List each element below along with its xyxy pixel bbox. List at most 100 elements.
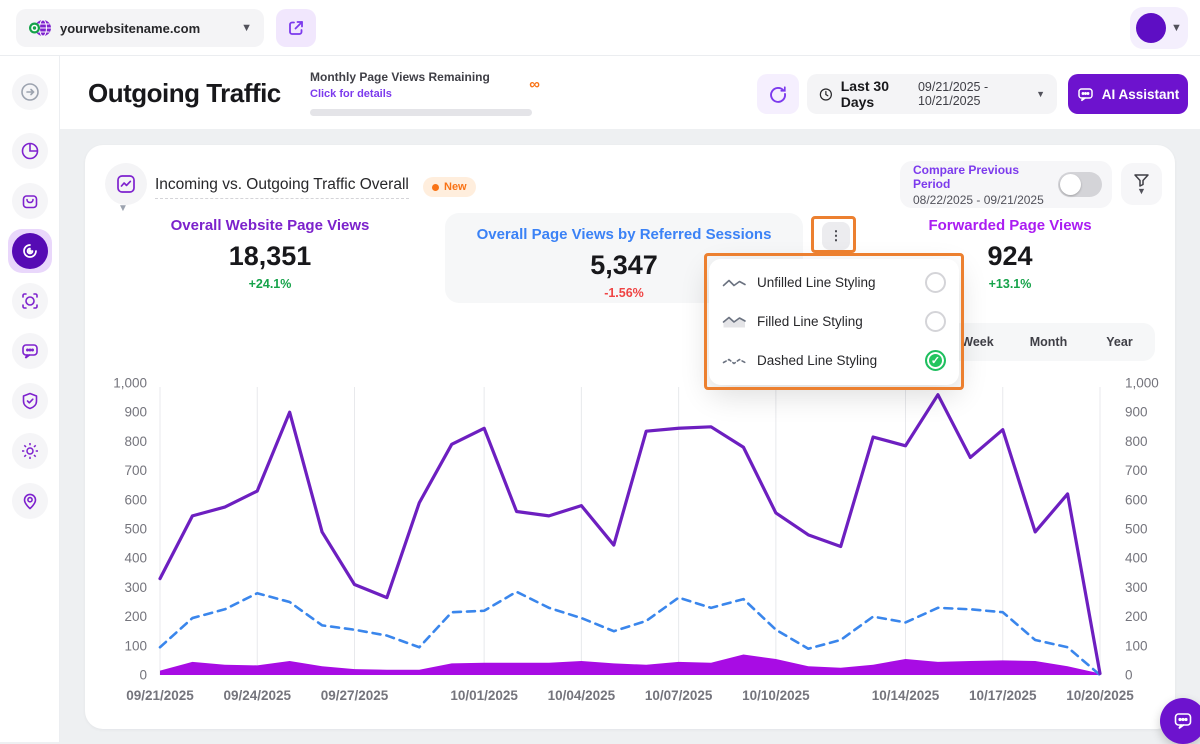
date-range-label: Last 30 Days (840, 78, 889, 110)
stat-label: Overall Website Page Views (170, 217, 370, 234)
menu-item-filled-line-styling[interactable]: Filled Line Styling (709, 302, 959, 341)
traffic-card: ▼ Incoming vs. Outgoing Traffic Overall … (85, 145, 1175, 729)
svg-text:09/27/2025: 09/27/2025 (321, 688, 389, 703)
sidebar-item-locations[interactable] (12, 483, 48, 519)
date-range-dates: 09/21/2025 - 10/21/2025 (917, 80, 989, 108)
traffic-line-chart: 09/21/2025 09/24/2025 09/27/2025 10/01/2025… (113, 376, 1159, 704)
svg-text:100: 100 (124, 638, 147, 653)
refresh-icon (770, 86, 786, 103)
card-title: Incoming vs. Outgoing Traffic Overall (155, 176, 409, 199)
external-link-button[interactable] (276, 9, 316, 47)
svg-text:1,000: 1,000 (113, 376, 147, 391)
stat-label: Overall Page Views by Referred Sessions (476, 226, 772, 243)
refresh-button[interactable] (757, 74, 799, 114)
quota-widget: Monthly Page Views Remaining Click for d… (310, 70, 540, 116)
svg-text:800: 800 (1125, 434, 1148, 449)
svg-text:700: 700 (1125, 463, 1148, 478)
dashed-line-icon (722, 354, 749, 368)
sidebar-item-messages[interactable] (12, 333, 48, 369)
filled-line-icon (722, 314, 749, 329)
shopping-bag-icon (22, 195, 38, 209)
stat-delta: +24.1% (248, 277, 292, 291)
topbar: yourwebsitename.com ▼ ▼ (0, 0, 1200, 56)
date-range-picker[interactable]: Last 30 Days 09/21/2025 - 10/21/2025 ▼ (807, 74, 1057, 114)
kebab-icon: ⋮ (829, 228, 843, 243)
chat-bubble-icon (1174, 713, 1192, 730)
support-chat-button[interactable] (1160, 698, 1200, 744)
pie-chart-icon (21, 142, 39, 160)
compare-toggle[interactable] (1058, 172, 1102, 197)
sidebar-item-security[interactable] (12, 383, 48, 419)
site-selector[interactable]: yourwebsitename.com ▼ (16, 9, 264, 47)
radio[interactable] (925, 311, 946, 332)
svg-text:10/01/2025: 10/01/2025 (450, 688, 518, 703)
dashboard: yourwebsitename.com ▼ ▼ Outgoing Traffic… (0, 0, 1200, 744)
sidebar-item-capture[interactable] (12, 283, 48, 319)
chevron-down-icon[interactable]: ▼ (118, 203, 128, 214)
badge-dot-icon (432, 183, 439, 191)
svg-text:400: 400 (1125, 551, 1148, 566)
compare-dates: 08/22/2025 - 09/21/2025 (913, 192, 1044, 207)
location-pin-icon (23, 493, 37, 510)
chevron-down-icon: ▼ (241, 22, 252, 34)
stat-overall-page-views: Overall Website Page Views 18,351 +24.1% (140, 217, 400, 291)
menu-item-dashed-line-styling[interactable]: Dashed Line Styling (709, 341, 959, 380)
svg-text:10/20/2025: 10/20/2025 (1066, 688, 1134, 703)
radio[interactable] (925, 272, 946, 293)
sidebar-item-analytics[interactable] (12, 133, 48, 169)
svg-text:600: 600 (124, 492, 147, 507)
chart-options-button[interactable]: ⋮ (822, 222, 850, 250)
svg-text:200: 200 (1125, 609, 1148, 624)
svg-text:10/04/2025: 10/04/2025 (548, 688, 616, 703)
gear-icon (22, 443, 38, 459)
svg-text:500: 500 (1125, 522, 1148, 537)
site-name: yourwebsitename.com (60, 20, 201, 36)
new-badge: New (423, 177, 476, 197)
svg-text:0: 0 (139, 668, 147, 683)
tab-month[interactable]: Month (1013, 335, 1084, 349)
radar-icon (12, 233, 48, 269)
period-tabs: Week Month Year (942, 323, 1155, 361)
stat-label: Forwarded Page Views (928, 217, 1092, 234)
svg-text:1,000: 1,000 (1125, 376, 1159, 391)
shield-check-icon (22, 392, 38, 410)
focus-scan-icon (22, 293, 38, 309)
chevron-down-icon: ▼ (1171, 22, 1182, 34)
filter-button[interactable]: ▼ (1121, 163, 1162, 205)
svg-text:400: 400 (124, 551, 147, 566)
svg-text:10/17/2025: 10/17/2025 (969, 688, 1037, 703)
unfilled-line-icon (722, 276, 749, 290)
ai-assistant-button[interactable]: AI Assistant (1068, 74, 1188, 114)
svg-text:100: 100 (1125, 638, 1148, 653)
tab-year[interactable]: Year (1084, 335, 1155, 349)
compare-previous-period: Compare Previous Period 08/22/2025 - 09/… (900, 161, 1112, 208)
svg-text:10/14/2025: 10/14/2025 (872, 688, 940, 703)
card-widget-button[interactable] (105, 163, 147, 205)
infinity-icon: ∞ (529, 76, 540, 93)
svg-text:700: 700 (124, 463, 147, 478)
svg-text:10/07/2025: 10/07/2025 (645, 688, 713, 703)
menu-item-unfilled-line-styling[interactable]: Unfilled Line Styling (709, 263, 959, 302)
svg-text:800: 800 (124, 434, 147, 449)
radio[interactable] (925, 350, 946, 371)
svg-text:600: 600 (1125, 492, 1148, 507)
sidebar-item-store[interactable] (12, 183, 48, 219)
account-menu[interactable]: ▼ (1130, 7, 1188, 49)
compare-label: Compare Previous Period (913, 162, 1020, 191)
page-title: Outgoing Traffic (88, 78, 281, 108)
svg-text:300: 300 (124, 580, 147, 595)
stat-value: 18,351 (228, 241, 312, 271)
svg-text:0: 0 (1125, 668, 1133, 683)
svg-text:09/21/2025: 09/21/2025 (126, 688, 194, 703)
clock-icon (819, 87, 832, 101)
sidebar-item-settings[interactable] (12, 433, 48, 469)
page-header: Outgoing Traffic Monthly Page Views Rema… (60, 56, 1200, 130)
quota-label: Monthly Page Views Remaining (310, 70, 490, 84)
quota-details-link[interactable]: Click for details (310, 88, 392, 100)
ai-chat-icon (1077, 87, 1093, 101)
sidebar-item-traffic-active[interactable] (8, 229, 52, 273)
sidebar-item-collapse[interactable] (12, 74, 48, 110)
svg-text:900: 900 (1125, 405, 1148, 420)
svg-text:300: 300 (1125, 580, 1148, 595)
line-chart-icon (117, 175, 135, 193)
